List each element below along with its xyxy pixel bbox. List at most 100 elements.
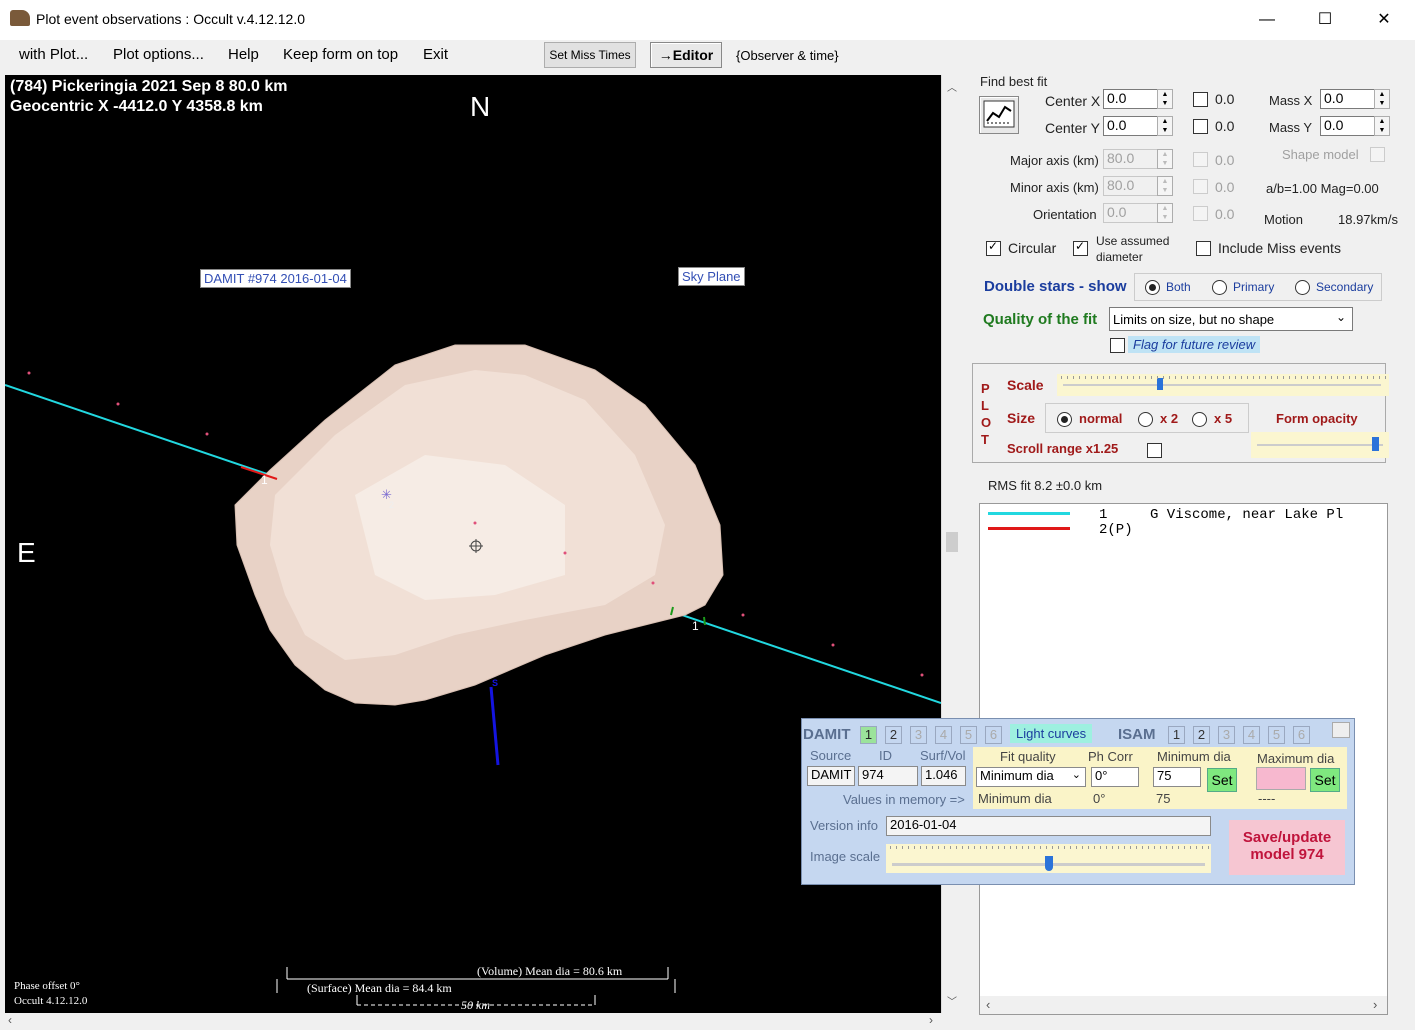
image-scale-slider[interactable] bbox=[886, 844, 1211, 873]
scroll-thumb[interactable] bbox=[946, 532, 958, 552]
opacity-slider[interactable] bbox=[1251, 432, 1389, 458]
save-update-button[interactable]: Save/update model 974 bbox=[1229, 820, 1345, 875]
menu-with-plot[interactable]: with Plot... bbox=[19, 46, 88, 63]
scale-slider-thumb[interactable] bbox=[1157, 378, 1164, 390]
radio-secondary[interactable] bbox=[1295, 280, 1310, 295]
center-x-checkbox[interactable] bbox=[1193, 92, 1208, 107]
scroll-range-checkbox[interactable] bbox=[1147, 443, 1162, 458]
damit-close-box[interactable] bbox=[1332, 722, 1350, 738]
isam-box-3[interactable]: 3 bbox=[1218, 726, 1235, 744]
isam-box-5[interactable]: 5 bbox=[1268, 726, 1285, 744]
slider-tick bbox=[1022, 846, 1023, 849]
include-miss-checkbox[interactable] bbox=[1196, 241, 1211, 256]
radio-primary[interactable] bbox=[1212, 280, 1227, 295]
small-label: 2 bbox=[389, 500, 395, 510]
major-axis-spinner[interactable]: ▲ ▼ bbox=[1157, 149, 1173, 169]
circular-checkbox[interactable]: ✓ bbox=[986, 239, 1001, 256]
plot-hscrollbar[interactable]: ‹ › bbox=[5, 1013, 941, 1029]
slider-tick bbox=[1112, 846, 1113, 849]
radio-size-normal[interactable] bbox=[1057, 412, 1072, 427]
maximize-button[interactable]: ☐ bbox=[1296, 0, 1354, 40]
observers-hscrollbar[interactable]: ‹ › bbox=[979, 996, 1388, 1015]
dot bbox=[920, 673, 924, 677]
isam-box-1[interactable]: 1 bbox=[1168, 726, 1185, 744]
source-input[interactable]: DAMIT bbox=[807, 766, 855, 786]
mass-y-input[interactable]: 0.0 bbox=[1320, 116, 1376, 136]
center-y-checkbox[interactable] bbox=[1193, 119, 1208, 134]
center-x-spinner[interactable]: ▲ ▼ bbox=[1157, 89, 1173, 109]
menu-help[interactable]: Help bbox=[228, 46, 259, 63]
flag-review-checkbox[interactable] bbox=[1110, 338, 1125, 353]
min-dia-input[interactable]: 75 bbox=[1153, 767, 1201, 787]
slider-tick bbox=[1247, 376, 1248, 379]
slider-tick bbox=[1190, 846, 1191, 849]
scroll-right-icon[interactable]: › bbox=[929, 1013, 933, 1027]
close-button[interactable]: ✕ bbox=[1355, 0, 1413, 40]
orientation-input[interactable]: 0.0 bbox=[1103, 203, 1164, 223]
set-max-dia-button[interactable]: Set bbox=[1310, 768, 1340, 792]
menu-keep-on-top[interactable]: Keep form on top bbox=[283, 46, 398, 63]
orientation-spinner[interactable]: ▲ ▼ bbox=[1157, 203, 1173, 223]
radio-size-x2[interactable] bbox=[1138, 412, 1153, 427]
isam-box-6[interactable]: 6 bbox=[1293, 726, 1310, 744]
surfvol-input[interactable]: 1.046 bbox=[921, 766, 966, 786]
mass-x-label: Mass X bbox=[1269, 93, 1313, 108]
slider-tick bbox=[1118, 846, 1119, 849]
image-scale-thumb[interactable] bbox=[1044, 856, 1053, 871]
id-input[interactable]: 974 bbox=[858, 766, 918, 786]
damit-box-4[interactable]: 4 bbox=[935, 726, 952, 744]
set-miss-times-button[interactable]: Set Miss Times bbox=[544, 42, 636, 68]
damit-box-5[interactable]: 5 bbox=[960, 726, 977, 744]
major-axis-checkbox[interactable] bbox=[1193, 152, 1208, 167]
mass-x-spinner[interactable]: ▲ ▼ bbox=[1374, 89, 1390, 109]
menu-exit[interactable]: Exit bbox=[423, 46, 448, 63]
orientation-checkbox[interactable] bbox=[1193, 206, 1208, 221]
light-curves-button[interactable]: Light curves bbox=[1010, 724, 1093, 743]
radio-both[interactable] bbox=[1145, 280, 1160, 295]
slider-tick bbox=[1076, 846, 1077, 849]
minimize-button[interactable]: — bbox=[1238, 0, 1296, 40]
best-fit-button[interactable] bbox=[979, 96, 1019, 134]
mass-y-spinner[interactable]: ▲ ▼ bbox=[1374, 116, 1390, 136]
center-y-input[interactable]: 0.0 bbox=[1103, 116, 1164, 136]
slider-tick bbox=[1313, 376, 1314, 379]
version-input[interactable]: 2016-01-04 bbox=[886, 816, 1211, 836]
minor-axis-spinner[interactable]: ▲ ▼ bbox=[1157, 176, 1173, 196]
center-y-spinner[interactable]: ▲ ▼ bbox=[1157, 116, 1173, 136]
slider-tick bbox=[1091, 376, 1092, 379]
scroll-right-icon[interactable]: › bbox=[1373, 997, 1377, 1012]
scroll-up-icon[interactable]: ︿ bbox=[947, 79, 957, 94]
use-assumed-checkbox[interactable]: ✓ bbox=[1073, 239, 1088, 256]
damit-box-2[interactable]: 2 bbox=[885, 726, 902, 744]
scale-slider[interactable] bbox=[1057, 374, 1389, 396]
ph-corr-input[interactable]: 0° bbox=[1091, 767, 1139, 787]
isam-box-2[interactable]: 2 bbox=[1193, 726, 1210, 744]
opacity-slider-thumb[interactable] bbox=[1372, 437, 1380, 451]
menu-plot-options[interactable]: Plot options... bbox=[113, 46, 204, 63]
quality-dropdown[interactable]: Limits on size, but no shape ⌄ bbox=[1109, 307, 1353, 331]
slider-tick bbox=[1121, 376, 1122, 379]
radio-size-x5[interactable] bbox=[1192, 412, 1207, 427]
scroll-left-icon[interactable]: ‹ bbox=[8, 1013, 12, 1027]
scroll-down-icon[interactable]: ﹀ bbox=[947, 993, 957, 1008]
scroll-left-icon[interactable]: ‹ bbox=[986, 997, 990, 1012]
damit-box-3[interactable]: 3 bbox=[910, 726, 927, 744]
minor-axis-input[interactable]: 80.0 bbox=[1103, 176, 1164, 196]
fit-quality-dropdown[interactable]: Minimum dia ⌄ bbox=[976, 767, 1086, 787]
right-panel: Find best fit Center X 0.0 ▲ ▼ 0.0 Mass X… bbox=[962, 74, 1415, 1030]
set-min-dia-button[interactable]: Set bbox=[1207, 768, 1237, 792]
slider-tick bbox=[1379, 376, 1380, 379]
isam-box-4[interactable]: 4 bbox=[1243, 726, 1260, 744]
slider-tick bbox=[1070, 846, 1071, 849]
quality-label: Quality of the fit bbox=[983, 311, 1098, 328]
damit-box-1[interactable]: 1 bbox=[860, 726, 877, 744]
center-x-input[interactable]: 0.0 bbox=[1103, 89, 1164, 109]
minor-axis-checkbox[interactable] bbox=[1193, 179, 1208, 194]
max-dia-input[interactable] bbox=[1256, 767, 1306, 790]
major-axis-input[interactable]: 80.0 bbox=[1103, 149, 1164, 169]
observer-time-menu[interactable]: {Observer & time} bbox=[736, 48, 839, 63]
damit-box-6[interactable]: 6 bbox=[985, 726, 1002, 744]
editor-button[interactable]: →Editor bbox=[650, 42, 722, 68]
mass-x-input[interactable]: 0.0 bbox=[1320, 89, 1376, 109]
shape-model-checkbox[interactable] bbox=[1370, 147, 1385, 162]
